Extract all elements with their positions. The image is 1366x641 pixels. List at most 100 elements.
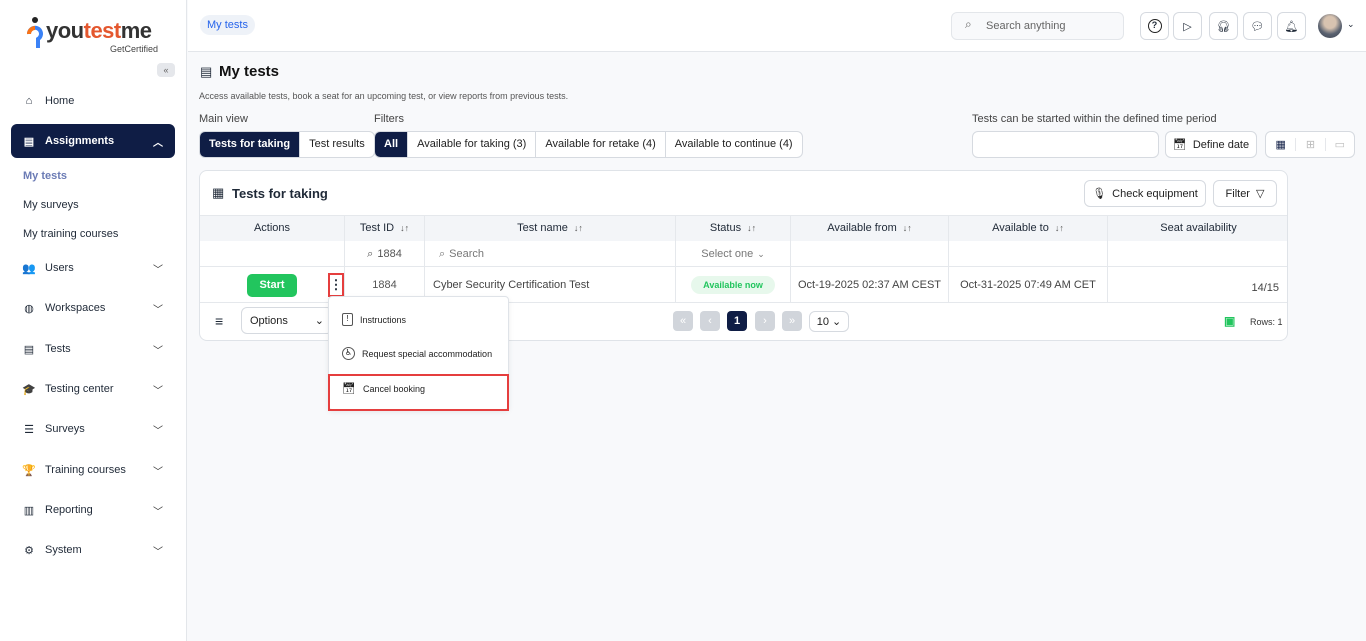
tab-tests-for-taking[interactable]: Tests for taking xyxy=(200,132,300,157)
bell-icon: 🔔︎ xyxy=(1285,20,1299,33)
collapse-sidebar-button[interactable]: « xyxy=(157,63,175,77)
test-name-filter-input[interactable]: ⌕Search xyxy=(425,241,676,267)
support-button[interactable]: 🎧︎ xyxy=(1209,12,1238,40)
header-label: Available from xyxy=(827,222,897,234)
search-input[interactable]: Search anything xyxy=(951,12,1124,40)
filter-available-for-taking[interactable]: Available for taking (3) xyxy=(408,132,536,157)
test-id-filter-input[interactable]: ⌕1884 xyxy=(345,241,425,267)
column-header-available-from[interactable]: Available from ↓↑ xyxy=(791,215,949,241)
menu-item-label: Request special accommodation xyxy=(362,349,492,359)
sidebar-item-testing-center[interactable]: 🎓Testing center﹀ xyxy=(11,372,175,406)
breadcrumb[interactable]: My tests xyxy=(200,15,255,35)
chevron-down-icon: ﹀ xyxy=(153,422,163,437)
menu-item-request-accommodation[interactable]: ♿︎ Request special accommodation xyxy=(342,347,492,360)
sidebar-item-reporting[interactable]: ▥Reporting﹀ xyxy=(11,493,175,527)
sort-icon[interactable]: ↓↑ xyxy=(400,223,409,233)
sidebar-item-tests[interactable]: ▤Tests﹀ xyxy=(11,332,175,366)
menu-item-cancel-booking[interactable]: 📅︎Cancel booking xyxy=(342,382,425,395)
sidebar-item-surveys[interactable]: ☰Surveys﹀ xyxy=(11,412,175,446)
chevron-down-icon: ﹀ xyxy=(153,463,163,478)
table-view-icon[interactable]: ▦ xyxy=(1266,138,1295,151)
grid-view-icon[interactable]: ⊞ xyxy=(1295,138,1324,151)
filter-available-for-retake[interactable]: Available for retake (4) xyxy=(536,132,665,157)
notifications-button[interactable]: 🔔︎ xyxy=(1277,12,1306,40)
page-button-1[interactable]: 1 xyxy=(727,311,747,331)
avatar[interactable] xyxy=(1318,14,1342,38)
page-size-select[interactable]: 10⌄ xyxy=(809,311,849,332)
more-actions-button[interactable]: ⋮ xyxy=(328,273,344,297)
filter-available-to-continue[interactable]: Available to continue (4) xyxy=(666,132,802,157)
sidebar-item-label: Surveys xyxy=(45,423,85,435)
sidebar-subitem-my-tests[interactable]: My tests xyxy=(23,170,67,182)
button-label: Define date xyxy=(1193,139,1249,151)
page-title: My tests xyxy=(219,63,279,80)
header-label: Seat availability xyxy=(1160,222,1236,234)
options-select[interactable]: Options⌄ xyxy=(241,307,333,334)
available-to-cell: Oct-31-2025 07:49 AM CET xyxy=(949,267,1108,303)
instructions-icon: ! xyxy=(342,313,353,326)
column-header-actions: Actions xyxy=(200,215,345,241)
sidebar-item-label: Training courses xyxy=(45,464,126,476)
kebab-icon: ⋮ xyxy=(330,277,343,293)
button-label: Check equipment xyxy=(1112,188,1198,200)
filter-value: 1884 xyxy=(377,248,401,260)
select-value: Select one xyxy=(701,248,753,260)
calendar-view-icon[interactable]: ▭ xyxy=(1325,138,1354,151)
column-header-available-to[interactable]: Available to↓↑ xyxy=(949,215,1108,241)
headphones-icon: 🎧︎ xyxy=(1217,20,1231,33)
menu-icon[interactable]: ≡ xyxy=(215,313,223,329)
sort-icon[interactable]: ↓↑ xyxy=(1055,223,1064,233)
logo[interactable]: youtestme GetCertified xyxy=(26,16,166,56)
sidebar-item-workspaces[interactable]: ◍Workspaces﹀ xyxy=(11,291,175,325)
sidebar-subitem-my-surveys[interactable]: My surveys xyxy=(23,199,79,211)
check-equipment-button[interactable]: 🎙︎Check equipment xyxy=(1084,180,1206,207)
menu-item-instructions[interactable]: !Instructions xyxy=(342,313,406,326)
help-button[interactable]: ? xyxy=(1140,12,1169,40)
period-label: Tests can be started within the defined … xyxy=(972,113,1217,125)
sidebar-item-label: Reporting xyxy=(45,504,93,516)
header-label: Status xyxy=(710,222,741,234)
status-filter-select[interactable]: Select one ⌄ xyxy=(676,241,791,267)
sidebar-item-home[interactable]: ⌂Home xyxy=(11,84,175,118)
date-range-input[interactable] xyxy=(972,131,1159,158)
status-badge: Available now xyxy=(691,276,775,294)
first-page-button[interactable]: « xyxy=(673,311,693,331)
sidebar-item-label: Tests xyxy=(45,343,71,355)
chevron-down-icon: ⌄ xyxy=(757,249,765,260)
excel-export-icon[interactable]: ▣ xyxy=(1224,314,1235,328)
select-value: Options xyxy=(250,315,288,327)
sidebar-item-system[interactable]: ⚙System﹀ xyxy=(11,533,175,567)
column-header-status[interactable]: Status ↓↑ xyxy=(676,215,791,241)
sidebar-item-assignments[interactable]: ▤Assignments︿ xyxy=(11,124,175,158)
filter-all[interactable]: All xyxy=(375,132,408,157)
tab-test-results[interactable]: Test results xyxy=(300,132,374,157)
chevron-down-icon[interactable]: ⌄ xyxy=(1347,19,1355,30)
last-page-button[interactable]: » xyxy=(782,311,802,331)
sidebar-item-label: Home xyxy=(45,95,74,107)
globe-icon: ◍ xyxy=(22,301,36,315)
document-icon: ▤ xyxy=(200,64,212,80)
filter-placeholder: Search xyxy=(449,248,484,260)
sidebar-subitem-my-training-courses[interactable]: My training courses xyxy=(23,228,118,240)
accessibility-icon: ♿︎ xyxy=(342,347,355,360)
filter-button[interactable]: Filter▽ xyxy=(1213,180,1277,207)
sort-icon[interactable]: ↓↑ xyxy=(903,223,912,233)
sidebar-item-users[interactable]: 👥Users﹀ xyxy=(11,251,175,285)
column-header-test-id[interactable]: Test ID↓↑ xyxy=(345,215,425,241)
sort-icon[interactable]: ↓↑ xyxy=(747,223,756,233)
seat-availability-cell: 14/15 xyxy=(1108,267,1288,303)
play-button[interactable]: ▷ xyxy=(1173,12,1202,40)
sidebar-item-training-courses[interactable]: 🏆Training courses﹀ xyxy=(11,453,175,487)
start-button[interactable]: Start xyxy=(247,274,297,297)
define-date-button[interactable]: 📅︎Define date xyxy=(1165,131,1257,158)
prev-page-button[interactable]: ‹ xyxy=(700,311,720,331)
next-page-button[interactable]: › xyxy=(755,311,775,331)
column-header-test-name[interactable]: Test name↓↑ xyxy=(425,215,676,241)
funnel-icon: ▽ xyxy=(1256,187,1264,200)
sort-icon[interactable]: ↓↑ xyxy=(574,223,583,233)
report-icon: ▥ xyxy=(22,503,36,517)
actions-cell: Start xyxy=(200,267,345,303)
chat-button[interactable]: 💬︎ xyxy=(1243,12,1272,40)
logo-text: you xyxy=(46,18,84,43)
filters-toggle: All Available for taking (3) Available f… xyxy=(374,131,803,158)
